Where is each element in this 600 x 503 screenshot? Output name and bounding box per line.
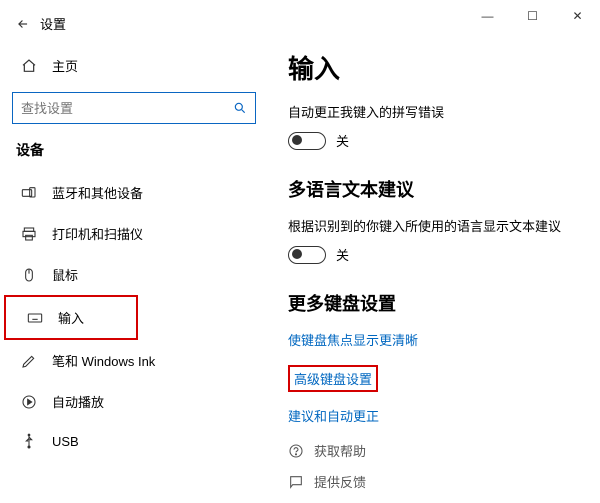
multilang-description: 根据识别到的你键入所使用的语言显示文本建议 [288,216,580,235]
autoplay-icon [20,394,38,410]
autocorrect-toggle-row: 关 [288,131,580,150]
sidebar-item-label: 输入 [58,308,84,327]
section-label-devices: 设备 [0,140,268,172]
link-keyboard-focus[interactable]: 使键盘焦点显示更清晰 [288,330,580,349]
nav: 蓝牙和其他设备 打印机和扫描仪 鼠标 输入 笔和 Windows Ink [0,172,268,460]
back-icon[interactable] [16,17,30,31]
help-icon [288,443,304,459]
sidebar-item-label: 蓝牙和其他设备 [52,183,143,202]
multilang-toggle[interactable] [288,246,326,264]
autocorrect-toggle-state: 关 [336,131,349,150]
maximize-button[interactable]: ☐ [510,2,555,30]
sidebar-item-label: USB [52,434,79,449]
feedback-row[interactable]: 提供反馈 [288,472,580,491]
sidebar-item-label: 笔和 Windows Ink [52,351,155,370]
search-icon [233,101,247,115]
sidebar-item-label: 鼠标 [52,265,78,284]
more-keyboard-heading: 更多键盘设置 [288,290,580,316]
get-help-label: 获取帮助 [314,441,366,460]
search-input[interactable] [21,101,233,116]
sidebar-item-label: 打印机和扫描仪 [52,224,143,243]
printer-icon [20,226,38,242]
page-title: 输入 [288,49,580,86]
feedback-label: 提供反馈 [314,472,366,491]
sidebar-item-mouse[interactable]: 鼠标 [0,254,268,295]
feedback-icon [288,474,304,490]
sidebar-item-pen[interactable]: 笔和 Windows Ink [0,340,268,381]
sidebar-item-printers[interactable]: 打印机和扫描仪 [0,213,268,254]
multilang-heading: 多语言文本建议 [288,176,580,202]
mouse-icon [20,267,38,283]
autocorrect-description: 自动更正我键入的拼写错误 [288,102,580,121]
home-button[interactable]: 主页 [0,45,268,86]
sidebar-item-label: 自动播放 [52,392,104,411]
sidebar-item-autoplay[interactable]: 自动播放 [0,381,268,422]
search-input-container[interactable] [12,92,256,124]
multilang-toggle-state: 关 [336,245,349,264]
link-advanced-keyboard[interactable]: 高级键盘设置 [288,365,378,392]
sidebar-item-typing[interactable]: 输入 [4,295,138,340]
window-title: 设置 [40,14,66,33]
main-content: — ☐ ✕ 输入 自动更正我键入的拼写错误 关 多语言文本建议 根据识别到的你键… [268,0,600,503]
title-bar: 设置 [0,10,268,45]
home-icon [20,58,38,74]
sidebar-item-usb[interactable]: USB [0,422,268,460]
window-controls: — ☐ ✕ [465,2,600,30]
sidebar-item-bluetooth[interactable]: 蓝牙和其他设备 [0,172,268,213]
keyboard-icon [26,310,44,326]
get-help-row[interactable]: 获取帮助 [288,441,580,460]
sidebar: 设置 主页 设备 蓝牙和其他设备 打印机和扫描仪 [0,0,268,503]
usb-icon [20,433,38,449]
multilang-toggle-row: 关 [288,245,580,264]
home-label: 主页 [52,56,78,75]
close-button[interactable]: ✕ [555,2,600,30]
autocorrect-toggle[interactable] [288,132,326,150]
link-suggestions-autocorrect[interactable]: 建议和自动更正 [288,406,580,425]
pen-icon [20,353,38,369]
devices-icon [20,185,38,201]
minimize-button[interactable]: — [465,2,510,30]
